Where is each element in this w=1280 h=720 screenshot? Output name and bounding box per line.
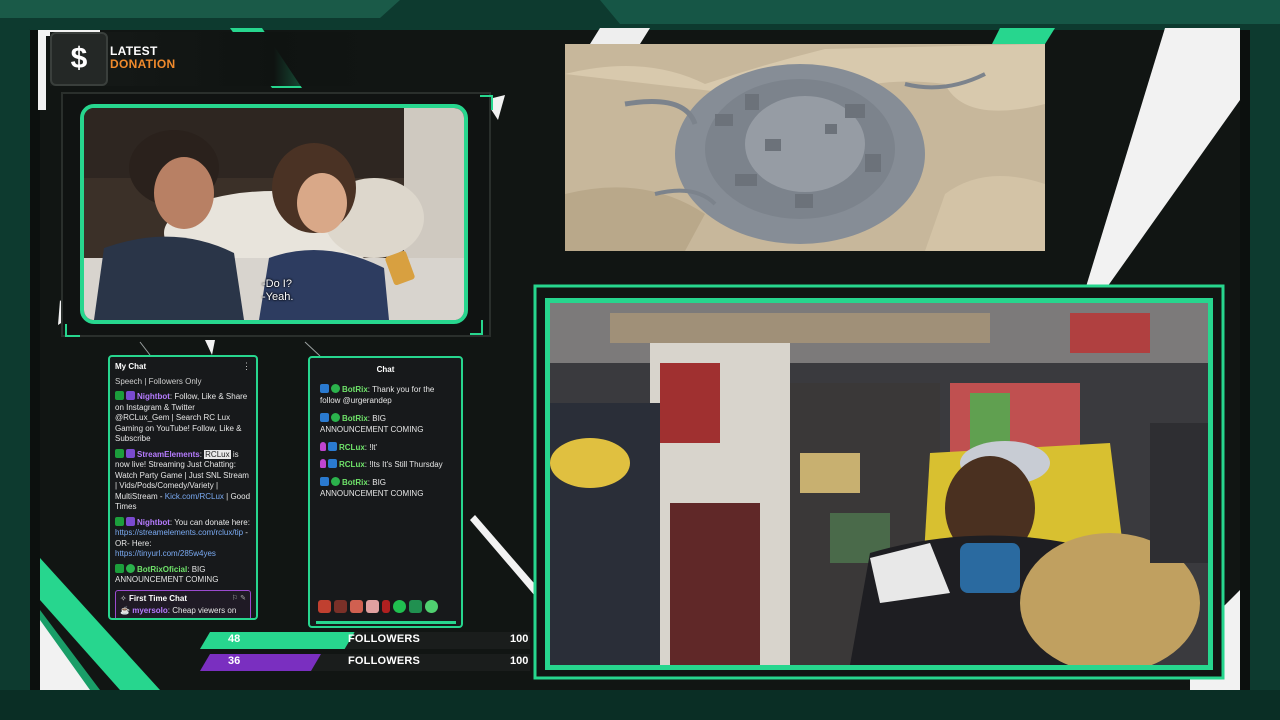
- chat-text: You can donate here:: [174, 517, 250, 527]
- follower-count: 36: [228, 655, 241, 667]
- vertical-dots-icon[interactable]: ⋮: [242, 361, 251, 372]
- platform-badge-icon: [320, 383, 329, 393]
- chat-message: RCLux: !Its It's Still Thursday: [320, 459, 451, 471]
- chat-text: !Its It's Still Thursday: [369, 460, 443, 469]
- emote-bar: [318, 600, 441, 617]
- follower-goal: 100: [510, 655, 529, 667]
- chat-text: !lt': [369, 442, 377, 452]
- verified-badge-icon: [331, 476, 340, 486]
- chat-link[interactable]: https://tinyurl.com/285w4yes: [115, 549, 216, 558]
- chat-message: StreamElements: RCLux is now live! Strea…: [115, 448, 251, 511]
- emote-icon[interactable]: [366, 600, 379, 613]
- chat-username[interactable]: Nightbot: [137, 518, 170, 527]
- chat-message: BotRix: BIG ANNOUNCEMENT COMING: [320, 476, 424, 498]
- streamer-webcam: [545, 298, 1213, 670]
- follower-goal-bar-1: 48 FOLLOWERS 100: [200, 632, 530, 649]
- sparkle-icon: ✧: [120, 593, 127, 603]
- follower-label: FOLLOWERS: [348, 633, 421, 645]
- chat-panel: Chat BotRix: Thank you for the follow @u…: [308, 356, 463, 628]
- chat-username[interactable]: BotRix: [342, 385, 368, 394]
- chat-link[interactable]: Kick.com/RCLux: [165, 492, 224, 501]
- stream-overlay: $ LATEST DONATION -Do I? -Yeah. My Chat …: [0, 0, 1280, 720]
- chat-username[interactable]: myersolo: [132, 606, 168, 615]
- chat-username[interactable]: Nightbot: [137, 392, 170, 401]
- my-chat-title: My Chat: [115, 362, 147, 371]
- chat-username[interactable]: BotRixOficial: [137, 565, 187, 574]
- emote-icon[interactable]: [350, 600, 363, 613]
- chat-mode: Speech | Followers Only: [115, 376, 202, 386]
- follower-count: 48: [228, 633, 241, 645]
- verified-badge-icon: [126, 563, 135, 573]
- emote-icon[interactable]: [425, 600, 438, 613]
- platform-badge-icon: [320, 476, 329, 486]
- emote-icon[interactable]: [382, 600, 390, 613]
- donation-label-donation: DONATION: [110, 57, 176, 71]
- subtitle-line-2: -Yeah.: [262, 291, 294, 303]
- bot-badge-icon: [126, 391, 135, 400]
- first-time-chat-box: ✧ First Time Chat ⚐ ✎ ☕ myersolo: Cheap …: [115, 589, 251, 618]
- verified-badge-icon: [331, 412, 340, 422]
- webcam-scene: [550, 303, 1208, 665]
- chat-panel-header: Chat: [310, 358, 461, 384]
- emote-icon[interactable]: [318, 600, 331, 613]
- moderator-badge-icon: [115, 516, 124, 526]
- chat-text: Follow, Like & Share on Instagram & Twit…: [115, 392, 248, 443]
- follower-goal-bar-2: 36 FOLLOWERS 100: [200, 654, 530, 671]
- chat-username[interactable]: RCLux: [339, 460, 365, 469]
- platform-badge-icon: [328, 441, 337, 451]
- platform-badge-icon: [320, 412, 329, 422]
- user-badge-icon: ☕: [120, 606, 130, 615]
- mic-badge-icon: [320, 441, 326, 451]
- emote-icon[interactable]: [393, 600, 406, 613]
- aerial-city-scene: [565, 44, 1045, 251]
- chat-panel-title: Chat: [376, 365, 395, 374]
- chat-message: BotRix: Thank you for the follow @urgera…: [320, 383, 435, 405]
- chat-input-underline: [316, 621, 456, 624]
- chat-username[interactable]: RCLux: [339, 443, 365, 452]
- platform-badge-icon: [328, 459, 337, 468]
- chat-message: RCLux: !lt': [320, 441, 451, 454]
- aerial-city-video: [565, 44, 1045, 251]
- moderator-badge-icon: [115, 563, 124, 573]
- chat-username[interactable]: BotRix: [342, 414, 368, 423]
- first-time-chat-title: First Time Chat: [128, 593, 188, 603]
- bot-badge-icon: [126, 516, 135, 526]
- follower-goal: 100: [510, 633, 529, 645]
- bot-badge-icon: [126, 448, 135, 458]
- follower-label: FOLLOWERS: [348, 655, 421, 667]
- watch-party-video: -Do I? -Yeah.: [80, 104, 468, 324]
- chat-message: Nightbot: Follow, Like & Share on Instag…: [115, 391, 248, 443]
- chat-mention: RCLux: [204, 449, 231, 459]
- chat-link[interactable]: https://streamelements.com/rclux/tip: [115, 528, 243, 537]
- my-chat-header: My Chat ⋮: [110, 357, 256, 373]
- emote-icon[interactable]: [409, 600, 422, 613]
- chat-message: BotRixOficial: BIG ANNOUNCEMENT COMING: [115, 563, 219, 584]
- donation-label-latest: LATEST: [110, 44, 158, 58]
- chat-message: BotRix: BIG ANNOUNCEMENT COMING: [320, 412, 424, 434]
- pin-icon[interactable]: ⚐ ✎: [232, 594, 246, 605]
- latest-donation-widget: $ LATEST DONATION: [50, 32, 370, 86]
- chat-username[interactable]: StreamElements: [137, 450, 200, 459]
- chat-username[interactable]: BotRix: [342, 478, 368, 487]
- my-chat-panel: My Chat ⋮ Speech | Followers Only Nightb…: [108, 355, 258, 620]
- verified-badge-icon: [331, 383, 340, 393]
- moderator-badge-icon: [115, 391, 124, 400]
- emote-icon[interactable]: [334, 600, 347, 613]
- moderator-badge-icon: [115, 448, 124, 458]
- dollar-icon: $: [50, 32, 108, 86]
- chat-message: Nightbot: You can donate here: https://s…: [115, 516, 250, 558]
- subtitle-line-1: -Do I?: [262, 278, 292, 290]
- mic-badge-icon: [320, 459, 326, 468]
